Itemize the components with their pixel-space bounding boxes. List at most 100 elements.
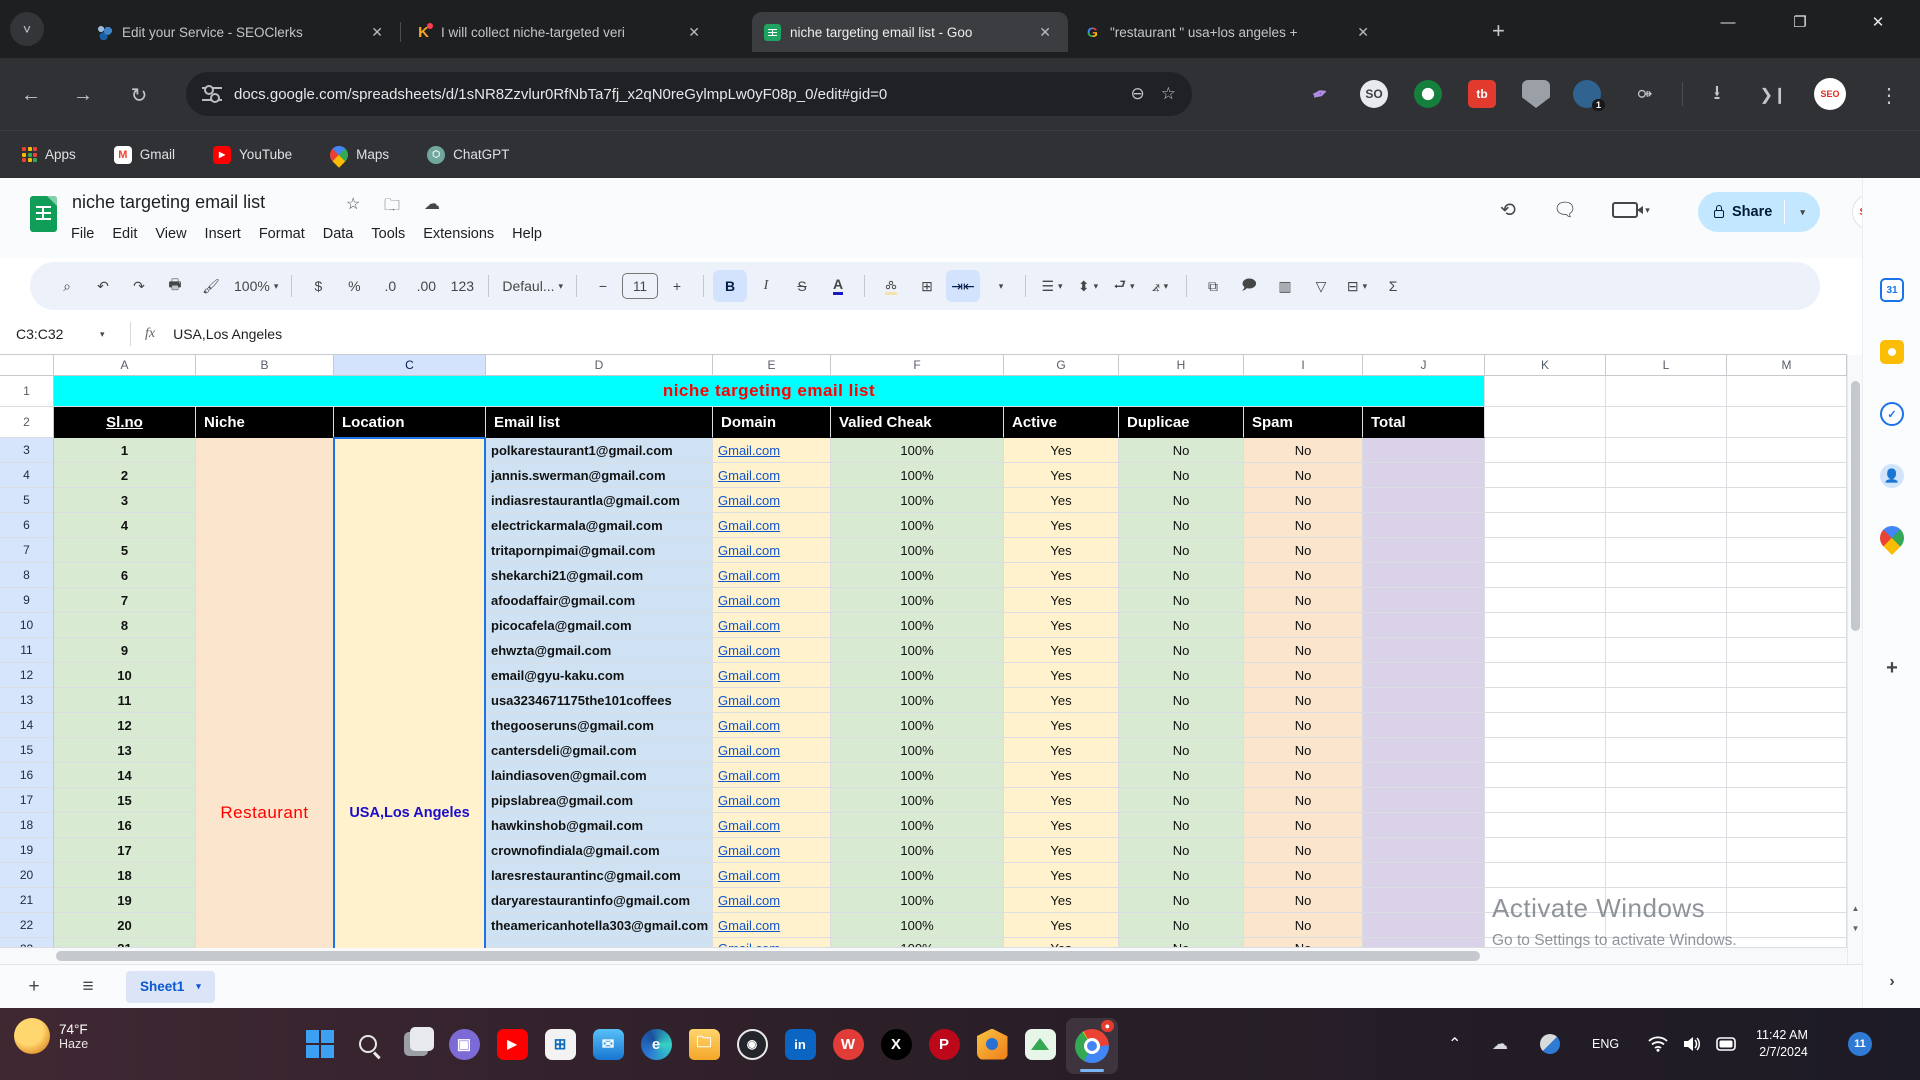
cell-active[interactable]: Yes <box>1004 588 1119 613</box>
cell-email[interactable]: shekarchi21@gmail.com <box>486 563 713 588</box>
cell-si[interactable]: 5 <box>54 538 196 563</box>
cell-valid[interactable]: 100% <box>831 638 1004 663</box>
cell-active[interactable]: Yes <box>1004 563 1119 588</box>
tab-close-icon[interactable]: ✕ <box>1034 22 1056 43</box>
column-header-E[interactable]: E <box>713 355 831 376</box>
cell-duplicate[interactable]: No <box>1119 638 1244 663</box>
start-button[interactable] <box>300 1024 340 1064</box>
format-currency-button[interactable]: $ <box>301 270 335 302</box>
merged-cell-location-selected[interactable]: USA,Los Angeles <box>334 438 486 948</box>
battery-icon[interactable] <box>1716 1008 1738 1080</box>
name-box[interactable]: C3:C32 <box>0 326 100 342</box>
empty-cell[interactable] <box>1485 813 1606 838</box>
cell-duplicate[interactable]: No <box>1119 588 1244 613</box>
cell-email[interactable]: polkarestaurant1@gmail.com <box>486 438 713 463</box>
empty-cell[interactable] <box>1727 538 1847 563</box>
text-rotation-button[interactable]: ⦨▾ <box>1143 270 1177 302</box>
profile-avatar[interactable]: SEO <box>1814 78 1846 110</box>
cell-email[interactable]: theamericanhotella303@gmail.com <box>486 913 713 938</box>
cell-total[interactable] <box>1363 613 1485 638</box>
cell-domain[interactable]: Gmail.com <box>713 863 831 888</box>
cell-spam[interactable]: No <box>1244 513 1363 538</box>
increase-font-size-button[interactable]: + <box>660 270 694 302</box>
empty-cell[interactable] <box>1606 588 1727 613</box>
add-sheet-button[interactable]: + <box>14 967 54 1007</box>
weather-widget[interactable]: 74°FHaze <box>14 1018 88 1054</box>
bookmark-maps[interactable]: Maps <box>330 146 389 164</box>
cell-email[interactable]: ehwzta@gmail.com <box>486 638 713 663</box>
cell-valid[interactable]: 100% <box>831 488 1004 513</box>
cell-total[interactable] <box>1363 813 1485 838</box>
cell-si[interactable]: 18 <box>54 863 196 888</box>
cell-domain[interactable]: Gmail.com <box>713 763 831 788</box>
cell-email[interactable]: hawkinshob@gmail.com <box>486 813 713 838</box>
cell-valid[interactable]: 100% <box>831 538 1004 563</box>
empty-cell[interactable] <box>1606 913 1727 938</box>
empty-cell[interactable] <box>1606 788 1727 813</box>
cell-total[interactable] <box>1363 538 1485 563</box>
decrease-font-size-button[interactable]: − <box>586 270 620 302</box>
increase-decimal-button[interactable]: .00 <box>409 270 443 302</box>
empty-cell[interactable] <box>1727 407 1847 438</box>
number-format-button[interactable]: 123 <box>445 270 479 302</box>
side-panel-icon[interactable]: ❯❙ <box>1756 78 1790 112</box>
cell-valid[interactable]: 100% <box>831 663 1004 688</box>
empty-cell[interactable] <box>1606 938 1727 948</box>
cell-domain[interactable]: Gmail.com <box>713 663 831 688</box>
language-indicator[interactable]: ENG <box>1592 1008 1619 1080</box>
empty-cell[interactable] <box>1727 488 1847 513</box>
insert-chart-button[interactable]: ▥ <box>1268 270 1302 302</box>
obs-app-icon[interactable]: ◉ <box>732 1024 772 1064</box>
linkedin-app-icon[interactable]: in <box>780 1024 820 1064</box>
chrome-app-active[interactable]: ● <box>1066 1018 1118 1074</box>
cell-duplicate[interactable]: No <box>1119 663 1244 688</box>
cell-email[interactable]: afoodaffair@gmail.com <box>486 588 713 613</box>
green-extension-icon[interactable] <box>1414 80 1442 108</box>
row-header-14[interactable]: 14 <box>0 713 54 738</box>
cell-email[interactable]: daryarestaurantinfo@gmail.com <box>486 888 713 913</box>
column-header-I[interactable]: I <box>1244 355 1363 376</box>
pinterest-app-icon[interactable]: P <box>924 1024 964 1064</box>
text-wrap-button[interactable]: ⮐▾ <box>1107 270 1141 302</box>
name-box-dropdown-icon[interactable]: ▾ <box>100 329 130 340</box>
cell-valid[interactable]: 100% <box>831 738 1004 763</box>
cell-valid[interactable]: 100% <box>831 463 1004 488</box>
share-dropdown-icon[interactable]: ▾ <box>1800 207 1805 218</box>
italic-button[interactable]: I <box>749 270 783 302</box>
cell-si[interactable]: 17 <box>54 838 196 863</box>
horizontal-scrollbar[interactable] <box>0 948 1847 964</box>
cell-si[interactable]: 19 <box>54 888 196 913</box>
row-header-3[interactable]: 3 <box>0 438 54 463</box>
cell-duplicate[interactable]: No <box>1119 513 1244 538</box>
bookmark-apps[interactable]: Apps <box>22 147 76 162</box>
empty-cell[interactable] <box>1485 376 1606 407</box>
cell-valid[interactable]: 100% <box>831 763 1004 788</box>
cell-spam[interactable]: No <box>1244 663 1363 688</box>
blue-extension-icon[interactable]: 1 <box>1573 80 1601 108</box>
bold-button[interactable]: B <box>713 270 747 302</box>
row-header-7[interactable]: 7 <box>0 538 54 563</box>
font-size-input[interactable]: 11 <box>622 273 658 299</box>
cell-spam[interactable]: No <box>1244 438 1363 463</box>
row-header-6[interactable]: 6 <box>0 513 54 538</box>
redo-icon[interactable]: ↷ <box>122 270 156 302</box>
menu-insert[interactable]: Insert <box>196 222 250 246</box>
empty-cell[interactable] <box>1727 913 1847 938</box>
cell-domain[interactable]: Gmail.com <box>713 438 831 463</box>
font-select[interactable]: Defaul...▾ <box>498 270 567 302</box>
cloud-status-icon[interactable]: ☁✓ <box>424 194 448 214</box>
row-header-5[interactable]: 5 <box>0 488 54 513</box>
cell-domain[interactable]: Gmail.com <box>713 688 831 713</box>
format-percent-button[interactable]: % <box>337 270 371 302</box>
cell-total[interactable] <box>1363 588 1485 613</box>
cell-active[interactable]: Yes <box>1004 438 1119 463</box>
empty-cell[interactable] <box>1606 438 1727 463</box>
keep-icon[interactable] <box>1880 340 1904 364</box>
empty-cell[interactable] <box>1606 463 1727 488</box>
tasks-icon[interactable]: ✓ <box>1880 402 1904 426</box>
paint-format-icon[interactable]: 🖌 <box>194 270 228 302</box>
table-views-button[interactable]: ⊟▾ <box>1340 270 1374 302</box>
cell-active[interactable]: Yes <box>1004 938 1119 948</box>
cell-valid[interactable]: 100% <box>831 913 1004 938</box>
row-header-8[interactable]: 8 <box>0 563 54 588</box>
